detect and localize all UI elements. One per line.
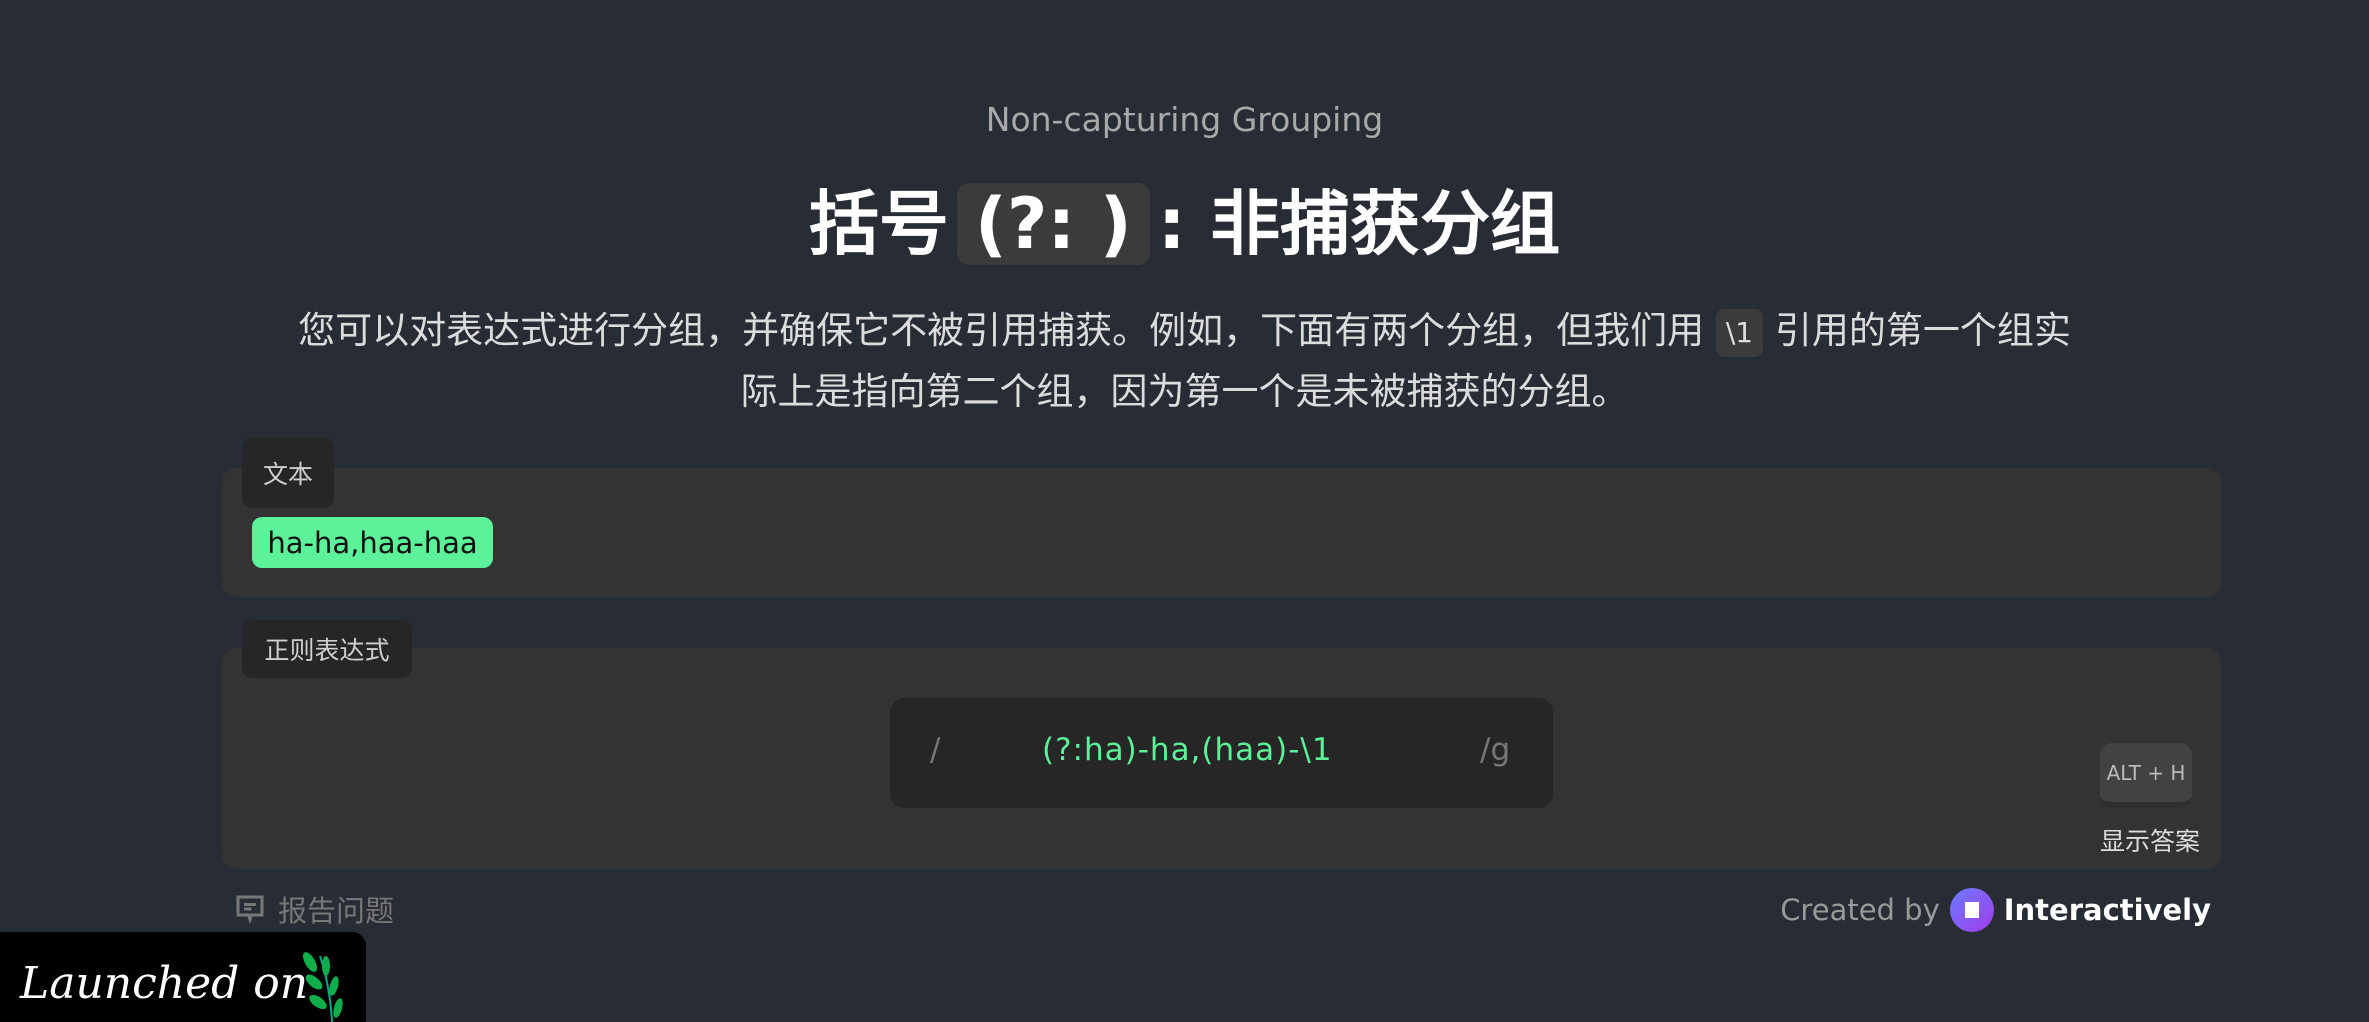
- laurel-icon: [303, 952, 343, 1022]
- created-by[interactable]: Created by Interactively: [1780, 888, 2211, 932]
- launched-on-badge[interactable]: Launched on: [0, 932, 366, 1022]
- show-answer-button[interactable]: 显示答案: [2100, 822, 2200, 858]
- description-text: 际上是指向第二个组，因为第一个是未被捕获的分组。: [740, 370, 1629, 413]
- title-code: (?: ): [956, 183, 1150, 265]
- regex-open-slash: /: [930, 732, 941, 768]
- text-panel: [222, 468, 2221, 597]
- brand-name: Interactively: [2003, 893, 2211, 927]
- text-label: 文本: [242, 438, 334, 508]
- description: 您可以对表达式进行分组，并确保它不被引用捕获。例如，下面有两个分组，但我们用 \…: [230, 300, 2139, 422]
- match-highlight[interactable]: ha-ha,haa-haa: [252, 517, 493, 568]
- description-code: \1: [1715, 308, 1764, 357]
- regex-flags: /g: [1480, 732, 1511, 768]
- report-issue-label: 报告问题: [278, 894, 395, 928]
- title-text: 括号: [808, 183, 949, 265]
- description-text: 引用的第一个组实: [1774, 309, 2071, 352]
- report-issue-link[interactable]: 报告问题: [232, 888, 394, 930]
- badge-text: Launched on: [20, 958, 309, 1009]
- title-text-post: : 非捕获分组: [1157, 183, 1561, 265]
- regex-value[interactable]: (?:ha)-ha,(haa)-\1: [1042, 732, 1333, 768]
- page-title: 括号 (?: ): 非捕获分组: [0, 168, 2369, 269]
- created-by-text: Created by: [1780, 893, 1940, 927]
- regex-input[interactable]: / (?:ha)-ha,(haa)-\1 /g: [890, 698, 1553, 808]
- comment-icon: [236, 895, 264, 925]
- description-text: 您可以对表达式进行分组，并确保它不被引用捕获。例如，下面有两个分组，但我们用: [298, 309, 1705, 352]
- regex-label: 正则表达式: [242, 620, 412, 678]
- interactively-logo-icon: [1949, 888, 1994, 932]
- page-subtitle: Non-capturing Grouping: [985, 100, 1384, 139]
- show-answer-shortcut-button[interactable]: ALT + H: [2100, 743, 2192, 808]
